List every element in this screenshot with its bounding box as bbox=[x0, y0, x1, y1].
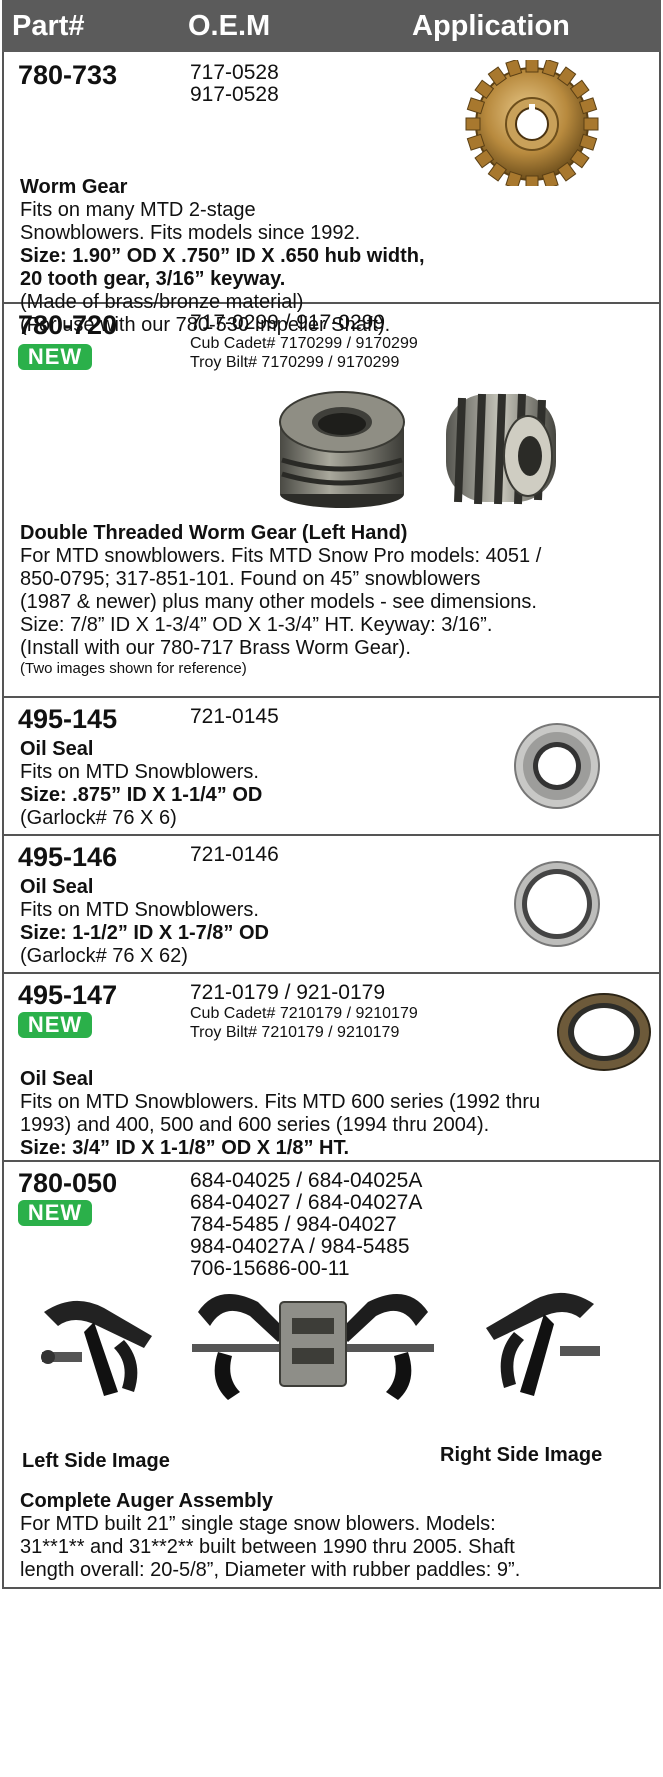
oem-line: 721-0179 / 921-0179 bbox=[190, 981, 385, 1004]
new-badge: NEW bbox=[18, 1200, 92, 1226]
worm-gear-image-left bbox=[279, 391, 405, 508]
oem-line: 721-0146 bbox=[190, 843, 279, 866]
desc-line: For MTD built 21” single stage snow blow… bbox=[20, 1513, 496, 1535]
new-badge: NEW bbox=[18, 1012, 92, 1038]
part-number: 495-146 bbox=[18, 842, 118, 872]
oem-numbers: 684-04025 / 684-04025A 684-04027 / 684-0… bbox=[190, 1170, 422, 1280]
part-title: Worm Gear bbox=[20, 176, 128, 198]
oem-line-small: Troy Bilt# 7170299 / 9170299 bbox=[190, 354, 400, 371]
oem-numbers: 717-0528 917-0528 bbox=[190, 62, 279, 106]
desc-line: 1993) and 400, 500 and 600 series (1994 … bbox=[20, 1114, 490, 1136]
desc-line: 850-0795; 317-851-101. Found on 45” snow… bbox=[20, 568, 481, 590]
oem-numbers: 717-0299 / 917-0299 Cub Cadet# 7170299 /… bbox=[190, 312, 418, 372]
part-title: Complete Auger Assembly bbox=[20, 1490, 274, 1512]
part-block-780-733: 780-733 717-0528 917-0528 Worm Gear Fits… bbox=[2, 52, 661, 336]
left-side-caption: Left Side Image bbox=[22, 1450, 170, 1472]
part-title: Oil Seal bbox=[20, 738, 94, 760]
oem-line: 984-04027A / 984-5485 bbox=[190, 1235, 410, 1258]
note-line: (Garlock# 76 X 62) bbox=[20, 945, 188, 967]
note-line: (Garlock# 76 X 6) bbox=[20, 807, 177, 829]
oem-line: 684-04027 / 684-04027A bbox=[190, 1191, 423, 1214]
part-block-495-147: 495-147 NEW 721-0179 / 921-0179 Cub Cade… bbox=[2, 974, 661, 1162]
size-line: Size: 1-1/2” ID X 1-7/8” OD bbox=[20, 922, 269, 944]
part-title: Oil Seal bbox=[20, 1068, 94, 1090]
desc-line: Fits on MTD Snowblowers. bbox=[20, 761, 259, 783]
auger-right-side-image bbox=[486, 1292, 600, 1396]
oem-line: 784-5485 / 984-04027 bbox=[190, 1213, 397, 1236]
desc-line: Size: 7/8” ID X 1-3/4” OD X 1-3/4” HT. K… bbox=[20, 614, 493, 636]
size-line: Size: .875” ID X 1-1/4” OD bbox=[20, 784, 263, 806]
note-line: (Two images shown for reference) bbox=[20, 660, 247, 677]
header-part: Part# bbox=[12, 10, 85, 42]
oem-numbers: 721-0146 bbox=[190, 844, 279, 866]
part-block-780-720: 780-720 NEW 717-0299 / 917-0299 Cub Cade… bbox=[2, 304, 661, 698]
desc-line: Fits on MTD Snowblowers. Fits MTD 600 se… bbox=[20, 1091, 541, 1113]
desc-line: 31**1** and 31**2** built between 1990 t… bbox=[20, 1536, 515, 1558]
size-line: Size: 1.90” OD X .750” ID X .650 hub wid… bbox=[20, 245, 425, 267]
part-number: 495-145 bbox=[18, 704, 118, 734]
oem-line: 706-15686-00-11 bbox=[190, 1257, 350, 1280]
part-description: Oil Seal Fits on MTD Snowblowers. Size: … bbox=[20, 738, 653, 830]
oem-numbers: 721-0145 bbox=[190, 706, 279, 728]
oem-numbers: 721-0179 / 921-0179 Cub Cadet# 7210179 /… bbox=[190, 982, 418, 1042]
desc-line: Fits on many MTD 2-stage bbox=[20, 199, 256, 221]
size-line: Size: 3/4” ID X 1-1/8” OD X 1/8” HT. bbox=[20, 1137, 350, 1159]
part-description: Complete Auger Assembly For MTD built 21… bbox=[20, 1490, 653, 1582]
part-number: 780-720 bbox=[18, 310, 118, 340]
new-badge: NEW bbox=[18, 344, 92, 370]
oem-line: 917-0528 bbox=[190, 83, 279, 106]
oem-line: 717-0299 / 917-0299 bbox=[190, 311, 385, 334]
part-block-495-145: 495-145 721-0145 Oil Seal Fits on MTD Sn… bbox=[2, 698, 661, 836]
part-description: Oil Seal Fits on MTD Snowblowers. Fits M… bbox=[20, 1068, 653, 1160]
part-description: Double Threaded Worm Gear (Left Hand) Fo… bbox=[20, 522, 653, 678]
desc-line: (Install with our 780-717 Brass Worm Gea… bbox=[20, 637, 411, 659]
part-title: Oil Seal bbox=[20, 876, 94, 898]
oem-line: 717-0528 bbox=[190, 61, 279, 84]
oem-line-small: Cub Cadet# 7210179 / 9210179 bbox=[190, 1005, 418, 1022]
header-application: Application bbox=[412, 10, 570, 42]
desc-line: Snowblowers. Fits models since 1992. bbox=[20, 222, 361, 244]
oem-line: 684-04025 / 684-04025A bbox=[190, 1169, 423, 1192]
worm-gear-image bbox=[465, 60, 599, 186]
part-title: Double Threaded Worm Gear (Left Hand) bbox=[20, 522, 408, 544]
desc-line: (1987 & newer) plus many other models - … bbox=[20, 591, 537, 613]
part-number: 495-147 bbox=[18, 980, 118, 1010]
part-block-780-050: 780-050 NEW 684-04025 / 684-04025A 684-0… bbox=[2, 1162, 661, 1589]
header-oem: O.E.M bbox=[188, 10, 271, 42]
size-line: 20 tooth gear, 3/16” keyway. bbox=[20, 268, 286, 290]
table-header: Part# O.E.M Application bbox=[2, 0, 661, 52]
oil-seal-image bbox=[557, 993, 651, 1071]
auger-left-side-image bbox=[41, 1300, 152, 1396]
worm-gear-image-right bbox=[446, 393, 556, 505]
desc-line: length overall: 20-5/8”, Diameter with r… bbox=[20, 1559, 521, 1581]
auger-assembly-image bbox=[192, 1294, 434, 1400]
oem-line: 721-0145 bbox=[190, 705, 279, 728]
part-number: 780-050 bbox=[18, 1168, 118, 1198]
desc-line: Fits on MTD Snowblowers. bbox=[20, 899, 259, 921]
oem-line-small: Troy Bilt# 7210179 / 9210179 bbox=[190, 1024, 400, 1041]
oem-line-small: Cub Cadet# 7170299 / 9170299 bbox=[190, 335, 418, 352]
right-side-caption: Right Side Image bbox=[440, 1444, 603, 1466]
part-block-495-146: 495-146 721-0146 Oil Seal Fits on MTD Sn… bbox=[2, 836, 661, 974]
parts-page: Part# O.E.M Application 780-733 717-0528… bbox=[2, 0, 661, 1589]
part-number: 780-733 bbox=[18, 60, 118, 90]
desc-line: For MTD snowblowers. Fits MTD Snow Pro m… bbox=[20, 545, 542, 567]
part-description: Oil Seal Fits on MTD Snowblowers. Size: … bbox=[20, 876, 653, 968]
